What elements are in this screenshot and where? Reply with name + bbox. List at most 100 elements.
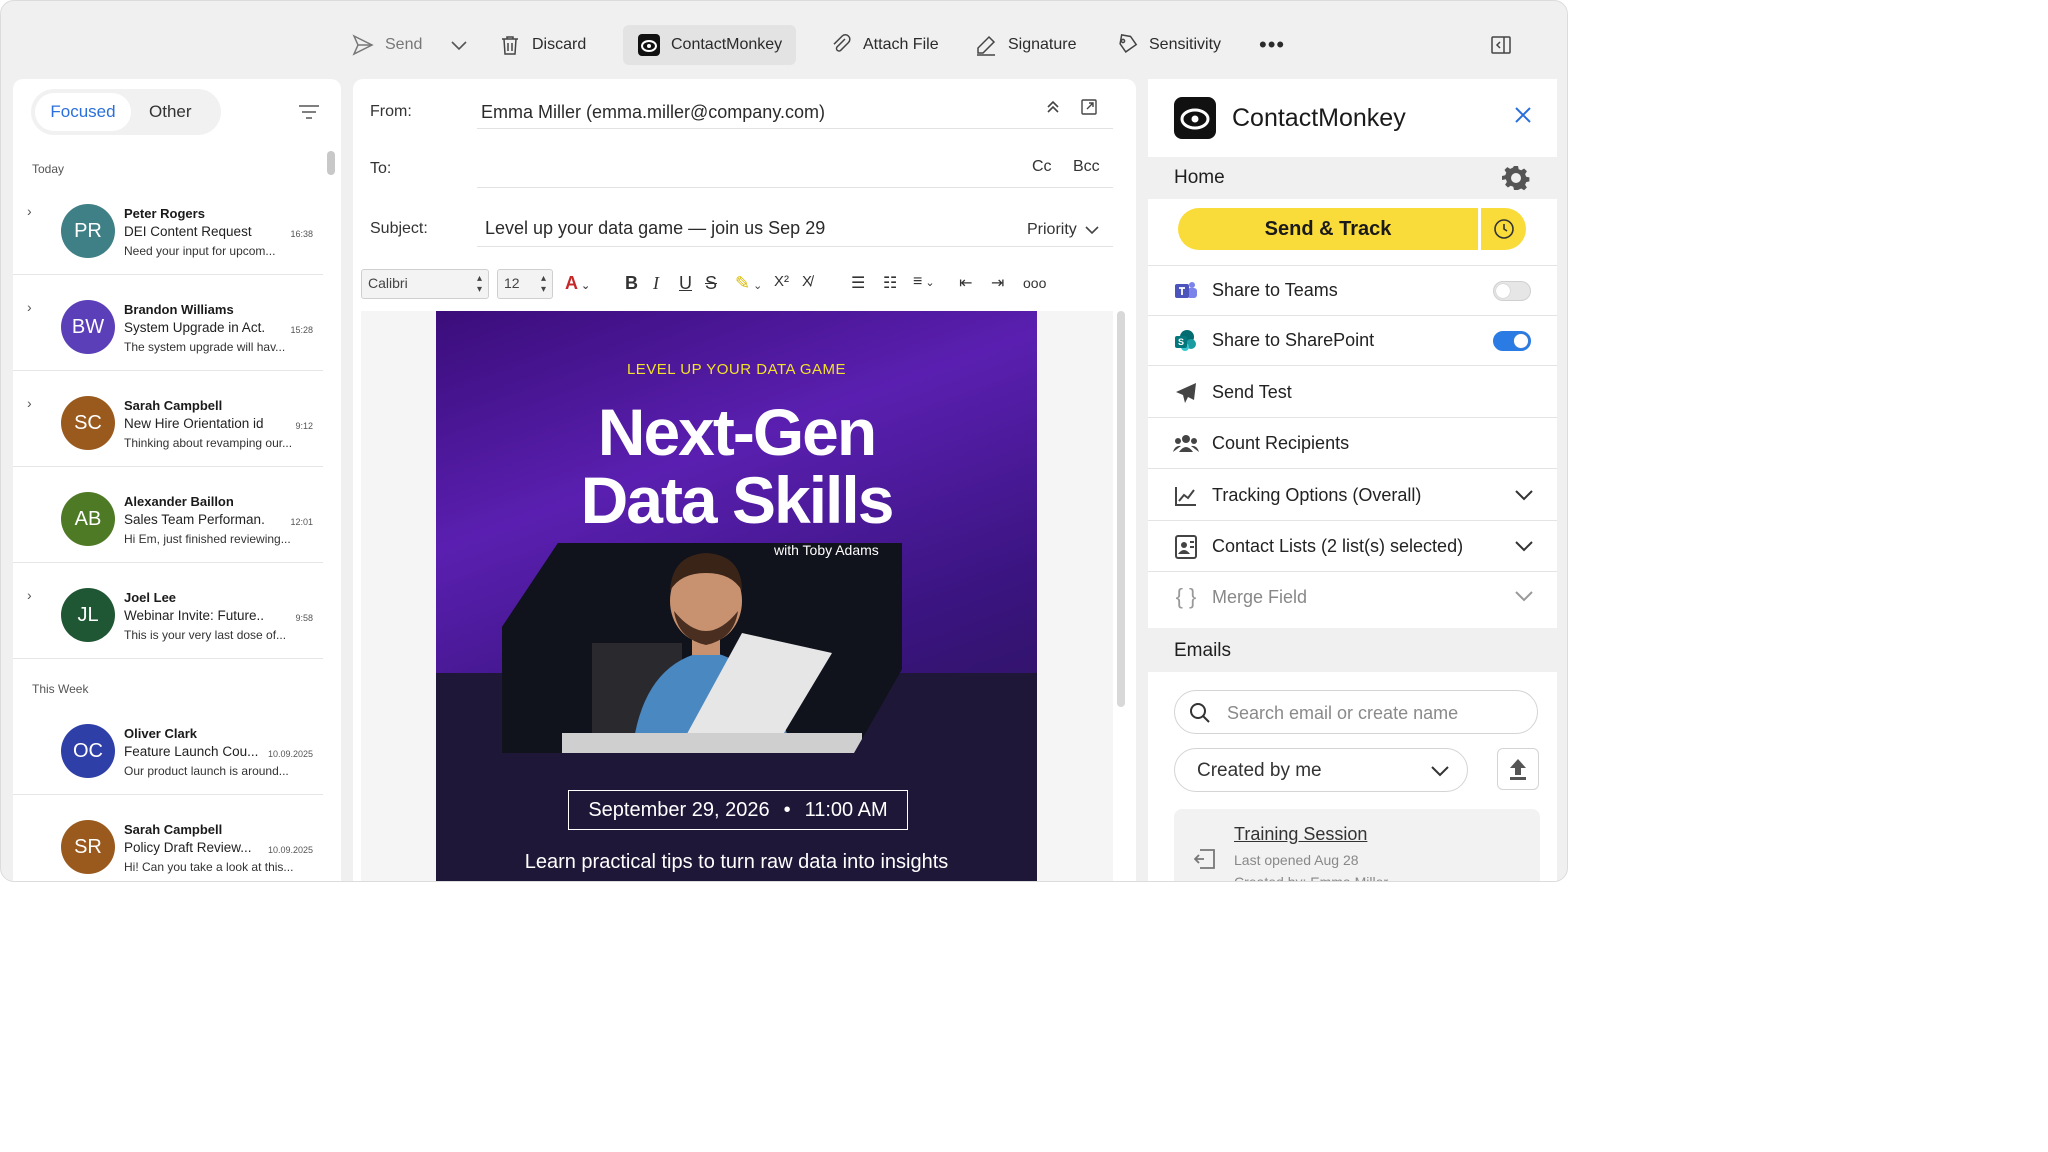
paper-plane-icon: [1172, 379, 1200, 407]
chevron-right-icon[interactable]: ›: [27, 587, 32, 603]
outdent-icon[interactable]: ⇤: [959, 273, 972, 293]
sender-name: Brandon Williams: [124, 302, 234, 317]
superscript-icon[interactable]: X²: [774, 273, 789, 290]
event-flyer: LEVEL UP YOUR DATA GAME Next-Gen Data Sk…: [436, 311, 1037, 881]
list-item[interactable]: › BW Brandon Williams System Upgrade in …: [13, 275, 323, 371]
upload-button[interactable]: [1497, 748, 1539, 790]
priority-dropdown[interactable]: Priority: [1027, 221, 1099, 239]
close-icon[interactable]: [1513, 105, 1533, 130]
highlight-icon[interactable]: ✎ ⌄: [735, 273, 762, 294]
tab-focused[interactable]: Focused: [35, 93, 131, 131]
subject-field[interactable]: Level up your data game — join us Sep 29: [485, 218, 825, 239]
tracking-options-row[interactable]: Tracking Options (Overall): [1148, 471, 1557, 521]
home-label: Home: [1174, 167, 1225, 188]
align-icon[interactable]: ≡ ⌄: [913, 273, 935, 291]
sender-name: Sarah Campbell: [124, 822, 223, 837]
list-item[interactable]: AB Alexander Baillon Sales Team Performa…: [13, 467, 323, 563]
template-title[interactable]: Training Session: [1234, 824, 1367, 845]
to-label: To:: [370, 160, 392, 177]
flyer-speaker: with Toby Adams: [774, 542, 879, 558]
share-sharepoint-row[interactable]: S Share to SharePoint: [1148, 316, 1557, 366]
email-template-card[interactable]: Training Session Last opened Aug 28 Crea…: [1174, 809, 1540, 882]
sender-name: Joel Lee: [124, 590, 177, 605]
count-recipients-row[interactable]: Count Recipients: [1148, 419, 1557, 469]
sensitivity-tag-icon: [1119, 34, 1138, 53]
sharepoint-toggle[interactable]: [1493, 330, 1531, 351]
contact-card-icon: [1172, 533, 1200, 561]
list-item[interactable]: SR Sarah Campbell Policy Draft Review...…: [13, 795, 323, 881]
underline-icon[interactable]: U: [679, 273, 692, 294]
chevron-right-icon[interactable]: ›: [27, 395, 32, 411]
sensitivity-button[interactable]: Sensitivity: [1115, 25, 1221, 65]
share-teams-row[interactable]: Share to Teams: [1148, 266, 1557, 316]
template-last-opened: Last opened Aug 28: [1234, 852, 1359, 868]
avatar: BW: [61, 300, 115, 354]
upload-icon: [1510, 759, 1526, 780]
contactmonkey-panel: ContactMonkey Home Send & Track Share to…: [1148, 79, 1557, 882]
mail-preview: Our product launch is around...: [124, 764, 289, 778]
filter-icon[interactable]: [298, 104, 320, 125]
inbox-pane: Focused Other Today › PR Peter Rogers DE…: [13, 79, 341, 881]
contact-lists-row[interactable]: Contact Lists (2 list(s) selected): [1148, 522, 1557, 572]
list-item[interactable]: OC Oliver Clark Feature Launch Cou... 10…: [13, 699, 323, 795]
more-options-icon[interactable]: •••: [1259, 25, 1285, 65]
mail-time: 15:28: [290, 325, 313, 335]
attach-file-button[interactable]: Attach File: [829, 25, 939, 65]
tab-other[interactable]: Other: [149, 93, 192, 131]
list-item[interactable]: › PR Peter Rogers DEI Content Request 16…: [13, 179, 323, 275]
send-button[interactable]: Send: [351, 25, 422, 65]
chevron-right-icon[interactable]: ›: [27, 299, 32, 315]
sender-name: Alexander Baillon: [124, 494, 234, 509]
schedule-send-button[interactable]: [1481, 208, 1526, 250]
from-field[interactable]: Emma Miller (emma.miller@company.com): [481, 102, 825, 123]
font-color-icon[interactable]: A ⌄: [565, 273, 590, 294]
list-item[interactable]: › SC Sarah Campbell New Hire Orientation…: [13, 371, 323, 467]
font-size-select[interactable]: 12 ▴ ▾: [497, 269, 553, 299]
sender-name: Peter Rogers: [124, 206, 205, 221]
flyer-headline-1: Next-Gen: [597, 395, 877, 469]
discard-button[interactable]: Discard: [498, 25, 586, 65]
toggle-panel-icon[interactable]: [1489, 25, 1513, 65]
clock-icon: [1493, 219, 1514, 239]
list-item[interactable]: › JL Joel Lee Webinar Invite: Future... …: [13, 563, 323, 659]
numbered-list-icon[interactable]: ☷: [883, 273, 897, 293]
search-icon: [1190, 703, 1210, 723]
panel-header: ContactMonkey: [1148, 79, 1557, 157]
bullet-list-icon[interactable]: ☰: [851, 273, 865, 293]
message-body[interactable]: LEVEL UP YOUR DATA GAME Next-Gen Data Sk…: [361, 311, 1113, 881]
created-by-dropdown[interactable]: Created by me: [1174, 748, 1468, 792]
strikethrough-icon[interactable]: S: [705, 273, 717, 294]
list-scrollbar[interactable]: [327, 151, 335, 175]
signature-button[interactable]: Signature: [974, 25, 1077, 65]
flyer-date-box: September 29, 2026 • 11:00 AM: [568, 790, 908, 830]
bcc-button[interactable]: Bcc: [1073, 158, 1100, 176]
indent-icon[interactable]: ⇥: [991, 273, 1004, 293]
chevron-right-icon[interactable]: ›: [27, 203, 32, 219]
open-template-icon: [1194, 849, 1215, 869]
body-scrollbar[interactable]: [1117, 311, 1125, 707]
merge-field-row[interactable]: { } Merge Field: [1148, 572, 1557, 622]
mail-time: 9:58: [295, 613, 313, 623]
template-created-by: Created by: Emma Miller: [1234, 874, 1389, 882]
cc-button[interactable]: Cc: [1032, 158, 1052, 176]
collapse-icon[interactable]: [1043, 97, 1063, 122]
clear-format-icon[interactable]: X̸: [802, 273, 812, 290]
outlook-window: Send Discard ContactMonkey Attach File S…: [0, 0, 1568, 882]
contactmonkey-button[interactable]: ContactMonkey: [623, 25, 797, 65]
gear-icon[interactable]: [1502, 164, 1530, 197]
panel-title: ContactMonkey: [1232, 104, 1406, 132]
more-format-icon[interactable]: ooo: [1023, 275, 1046, 291]
popout-icon[interactable]: [1080, 98, 1098, 121]
send-options-chevron-icon[interactable]: [447, 25, 471, 65]
italic-icon[interactable]: I: [653, 273, 659, 294]
send-track-button[interactable]: Send & Track: [1178, 208, 1478, 250]
teams-icon: [1172, 277, 1200, 305]
font-select[interactable]: Calibri ▴ ▾: [361, 269, 489, 299]
mail-subject: System Upgrade in Act...: [124, 320, 264, 335]
teams-toggle[interactable]: [1493, 280, 1531, 301]
send-test-row[interactable]: Send Test: [1148, 368, 1557, 418]
mail-subject: New Hire Orientation ide...: [124, 416, 264, 431]
bold-icon[interactable]: B: [625, 273, 638, 294]
mail-subject: Policy Draft Review...: [124, 840, 252, 855]
template-search-input[interactable]: Search email or create name: [1174, 690, 1538, 734]
